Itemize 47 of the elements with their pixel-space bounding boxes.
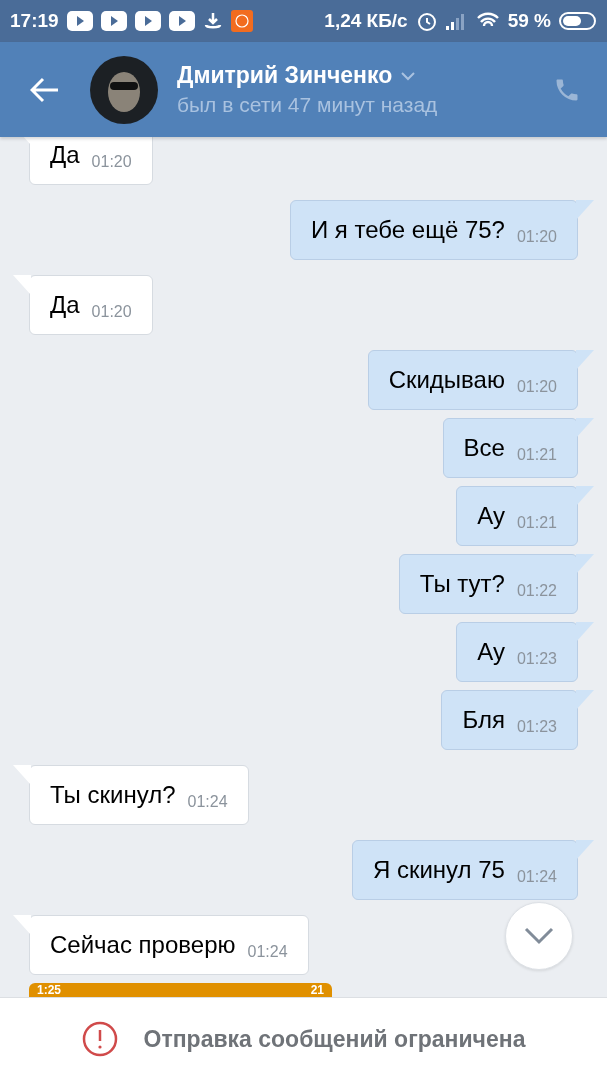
message-text: Сейчас проверю <box>50 931 236 959</box>
message-time: 01:22 <box>516 582 557 600</box>
attachment-battery: 21 <box>310 983 324 997</box>
message-time: 01:21 <box>516 514 557 532</box>
message-time: 01:24 <box>247 943 288 961</box>
message-text: Скидываю <box>388 366 505 394</box>
message-text: И я тебе ещё 75? <box>310 216 505 244</box>
screenshot-attachment[interactable]: 1:25 21 <box>29 983 332 997</box>
contact-name[interactable]: Дмитрий Зинченко <box>177 62 393 89</box>
warning-icon <box>81 1021 118 1057</box>
message-time: 01:21 <box>516 446 557 464</box>
chevron-down-icon <box>400 70 417 81</box>
message-time: 01:23 <box>516 718 557 736</box>
message-time: 01:20 <box>516 228 557 246</box>
message-text: Ты тут? <box>419 570 505 598</box>
play-icon <box>66 11 93 31</box>
play-icon <box>100 11 127 31</box>
play-icon <box>168 11 195 31</box>
message-time: 01:20 <box>91 153 132 171</box>
last-seen-status: был в сети 47 минут назад <box>177 93 439 117</box>
message-time: 01:24 <box>187 793 228 811</box>
battery-icon <box>559 11 597 31</box>
back-arrow-icon[interactable] <box>30 76 60 103</box>
message-text: Бля <box>462 706 505 734</box>
restriction-notice: Отправка сообщений ограничена <box>143 1025 526 1053</box>
message-text: Ты скинул? <box>50 781 176 809</box>
message-text: Да <box>50 141 80 169</box>
message-text: Да <box>50 291 80 319</box>
message-time: 01:20 <box>516 378 557 396</box>
message-text: Ау <box>477 502 505 530</box>
message-text: Я скинул 75 <box>372 856 505 884</box>
network-speed: 1,24 КБ/с <box>324 10 408 32</box>
scroll-down-button[interactable] <box>505 902 573 970</box>
alarm-icon <box>415 10 438 32</box>
avatar <box>90 55 158 124</box>
chevron-down-icon <box>524 927 554 945</box>
download-icon <box>202 11 223 31</box>
message-text: Ау <box>477 638 505 666</box>
app-icon <box>230 10 253 32</box>
message-time: 01:23 <box>516 650 557 668</box>
message-time: 01:20 <box>91 303 132 321</box>
status-time: 17:19 <box>10 10 59 32</box>
message-time: 01:24 <box>516 868 557 886</box>
attachment-time: 1:25 <box>37 983 62 997</box>
play-icon <box>134 11 161 31</box>
battery-percent: 59 % <box>507 10 551 32</box>
message-text: Все <box>463 434 505 462</box>
